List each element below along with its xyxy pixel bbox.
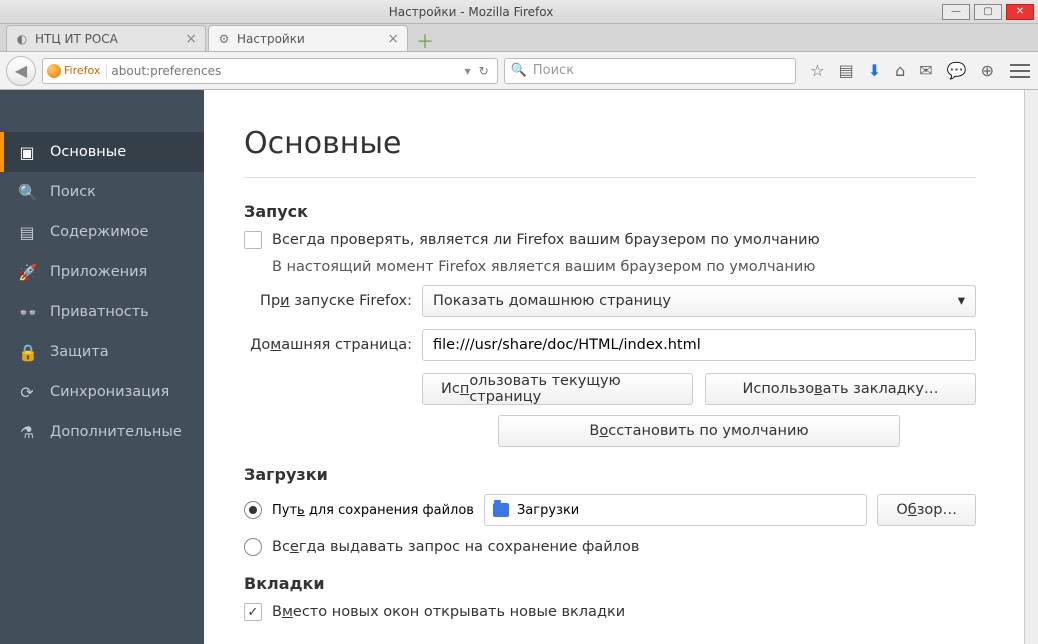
url-bar[interactable]: Firefox about:preferences ▾ ↻ (42, 58, 498, 84)
firefox-icon (47, 64, 61, 78)
tab-label: Настройки (237, 32, 305, 46)
divider (244, 177, 976, 178)
new-tab-button[interactable]: ＋ (414, 31, 436, 51)
browse-button[interactable]: Обзор… (877, 494, 976, 526)
toolbar-icons: ☆ ▤ ⬇ ⌂ ✉ 💬 ⊕ (802, 61, 1002, 80)
homepage-input[interactable]: file:///usr/share/doc/HTML/index.html (422, 329, 976, 361)
downloads-icon[interactable]: ⬇ (868, 61, 881, 80)
downloads-path-display: Загрузки (484, 494, 867, 526)
folder-icon (493, 503, 509, 517)
browser-tab[interactable]: ◐ НТЦ ИТ РОСА × (6, 25, 206, 51)
downloads-section-title: Загрузки (244, 465, 976, 484)
privacy-icon: 👓 (18, 303, 36, 322)
tabs-section-title: Вкладки (244, 574, 976, 593)
magnifier-icon: 🔍 (511, 63, 527, 78)
menu-button[interactable] (1008, 61, 1032, 81)
back-button[interactable]: ◀ (6, 56, 36, 86)
sidebar-item-privacy[interactable]: 👓 Приватность (0, 292, 204, 332)
identity-label: Firefox (64, 64, 100, 77)
sidebar-item-label: Поиск (50, 184, 96, 200)
globe-icon: ◐ (15, 32, 29, 46)
sidebar-item-label: Основные (50, 144, 126, 160)
advanced-icon: ⚗ (18, 423, 36, 442)
urlbar-dropdown-icon[interactable]: ▾ (465, 64, 471, 78)
homepage-value: file:///usr/share/doc/HTML/index.html (433, 337, 701, 353)
identity-box[interactable]: Firefox (47, 64, 107, 78)
default-browser-status: В настоящий момент Firefox является ваши… (272, 259, 816, 275)
homepage-label: Домашняя страница: (244, 337, 412, 353)
tab-label: НТЦ ИТ РОСА (35, 32, 118, 46)
preferences-main: Основные Запуск Всегда проверять, являет… (204, 90, 1024, 644)
library-icon[interactable]: ▤ (839, 61, 854, 80)
browser-tab[interactable]: ⚙ Настройки × (208, 25, 408, 51)
search-placeholder: Поиск (533, 63, 574, 78)
sidebar-item-search[interactable]: 🔍 Поиск (0, 172, 204, 212)
startup-section-title: Запуск (244, 202, 976, 221)
sidebar-item-label: Приватность (50, 304, 149, 320)
restore-default-button[interactable]: Восстановить по умолчанию (498, 415, 899, 447)
tab-close-button[interactable]: × (185, 32, 197, 46)
sidebar-item-label: Защита (50, 344, 109, 360)
on-startup-value: Показать домашнюю страницу (433, 293, 671, 309)
vertical-scrollbar[interactable] (1024, 90, 1038, 644)
url-text: about:preferences (111, 64, 460, 78)
window-controls: — ▢ ✕ (942, 4, 1034, 20)
home-icon[interactable]: ⌂ (895, 61, 905, 80)
sidebar-item-content[interactable]: ▤ Содержимое (0, 212, 204, 252)
browser-tabstrip: ◐ НТЦ ИТ РОСА × ⚙ Настройки × ＋ (0, 24, 1038, 52)
always-ask-radio[interactable] (244, 538, 262, 556)
search-icon: 🔍 (18, 183, 36, 202)
content-icon: ▤ (18, 223, 36, 242)
window-title: Настройки - Mozilla Firefox (0, 5, 942, 19)
sidebar-item-applications[interactable]: 🚀 Приложения (0, 252, 204, 292)
sidebar-item-label: Синхронизация (50, 384, 169, 400)
check-default-browser-label: Всегда проверять, является ли Firefox ва… (272, 232, 820, 248)
page-heading: Основные (244, 126, 976, 161)
on-startup-label: При запуске Firefox: (244, 293, 412, 309)
sidebar-item-sync[interactable]: ⟳ Синхронизация (0, 372, 204, 412)
window-close-button[interactable]: ✕ (1006, 4, 1034, 20)
always-ask-label: Всегда выдавать запрос на сохранение фай… (272, 539, 639, 555)
on-startup-select[interactable]: Показать домашнюю страницу ▾ (422, 285, 976, 317)
general-icon: ▣ (18, 143, 36, 162)
sync-icon: ⟳ (18, 383, 36, 402)
tab-close-button[interactable]: × (387, 32, 399, 46)
save-to-label: Путь для сохранения файлов (272, 503, 474, 518)
browser-toolbar: ◀ Firefox about:preferences ▾ ↻ 🔍 Поиск … (0, 52, 1038, 90)
preferences-sidebar: ▣ Основные 🔍 Поиск ▤ Содержимое 🚀 Прилож… (0, 90, 204, 644)
check-default-browser-checkbox[interactable] (244, 231, 262, 249)
save-to-radio[interactable] (244, 501, 262, 519)
window-maximize-button[interactable]: ▢ (974, 4, 1002, 20)
open-new-tabs-label: Вместо новых окон открывать новые вкладк… (272, 604, 625, 620)
open-new-tabs-checkbox[interactable] (244, 603, 262, 621)
reload-button[interactable]: ↻ (475, 64, 493, 78)
sidebar-item-label: Приложения (50, 264, 147, 280)
chat-icon[interactable]: 💬 (947, 61, 967, 80)
use-current-page-button[interactable]: Использовать текущую страницу (422, 373, 693, 405)
applications-icon: 🚀 (18, 263, 36, 282)
search-bar[interactable]: 🔍 Поиск (504, 58, 797, 84)
window-minimize-button[interactable]: — (942, 4, 970, 20)
mail-icon[interactable]: ✉ (919, 61, 932, 80)
window-titlebar: Настройки - Mozilla Firefox — ▢ ✕ (0, 0, 1038, 24)
use-bookmark-button[interactable]: Использовать закладку… (705, 373, 976, 405)
sidebar-item-advanced[interactable]: ⚗ Дополнительные (0, 412, 204, 452)
sidebar-item-label: Содержимое (50, 224, 148, 240)
sidebar-item-general[interactable]: ▣ Основные (0, 132, 204, 172)
globe-icon[interactable]: ⊕ (981, 61, 994, 80)
lock-icon: 🔒 (18, 343, 36, 362)
chevron-down-icon: ▾ (958, 293, 965, 309)
bookmark-star-icon[interactable]: ☆ (810, 61, 824, 80)
content-area: ▣ Основные 🔍 Поиск ▤ Содержимое 🚀 Прилож… (0, 90, 1038, 644)
sidebar-item-security[interactable]: 🔒 Защита (0, 332, 204, 372)
gear-icon: ⚙ (217, 32, 231, 46)
downloads-path-value: Загрузки (517, 503, 579, 518)
sidebar-item-label: Дополнительные (50, 424, 182, 440)
